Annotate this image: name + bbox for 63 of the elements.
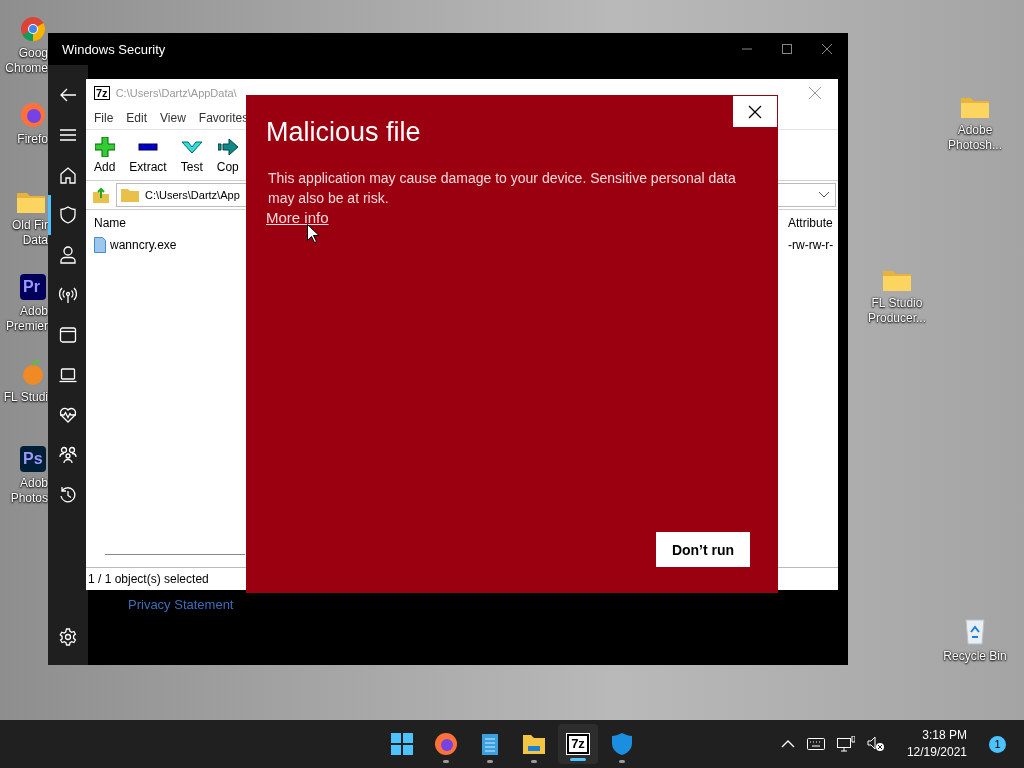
chevron-up-icon[interactable] — [780, 740, 795, 748]
history-icon[interactable] — [59, 486, 77, 504]
file-name[interactable]: wanncry.exe — [110, 238, 177, 252]
globe-icon[interactable] — [434, 731, 458, 756]
pointer-icon — [307, 224, 319, 243]
clock-time[interactable]: 3:18 PM — [922, 727, 967, 744]
window-title: Windows Security — [62, 41, 167, 57]
clock-date[interactable]: 12/19/2021 — [906, 744, 967, 761]
app-logo[interactable]: 7z — [567, 733, 589, 754]
column-header[interactable]: Attribute — [788, 212, 838, 234]
heart-icon[interactable] — [59, 406, 77, 424]
maximize-icon[interactable] — [782, 44, 792, 54]
browser-icon — [20, 16, 46, 42]
shield-icon[interactable] — [59, 206, 77, 224]
app-icon — [20, 358, 46, 386]
menu-item[interactable]: Edit — [126, 111, 148, 125]
app-logo: Ps — [20, 446, 46, 472]
settings-icon[interactable] — [59, 628, 77, 646]
toolbar-button[interactable]: Add — [94, 136, 116, 174]
keyboard-icon[interactable] — [806, 738, 825, 750]
plus-icon — [94, 136, 115, 157]
dont-run-button[interactable]: Don’t run — [656, 532, 750, 567]
chevron-down-icon[interactable] — [819, 192, 829, 198]
more-info-link[interactable]: More info — [266, 209, 329, 226]
laptop-icon[interactable] — [59, 366, 77, 384]
back-icon[interactable] — [59, 86, 77, 104]
folder-icon — [960, 95, 990, 119]
notification-badge[interactable]: 1 — [989, 735, 1006, 753]
muted-speaker-icon[interactable] — [866, 736, 885, 752]
menu-item[interactable]: Favorites — [198, 111, 249, 125]
warning-message: This application may cause damage to your device. Sensitive personal data may also be at risk. — [268, 169, 737, 208]
dialog-title: Malicious file — [266, 117, 421, 148]
close-icon — [748, 104, 762, 119]
start-icon[interactable] — [390, 731, 414, 756]
folder-icon — [121, 188, 139, 202]
menu-item[interactable]: File — [94, 111, 114, 125]
close-icon[interactable] — [809, 87, 821, 99]
close-button[interactable] — [733, 96, 777, 127]
app-logo: Pr — [20, 274, 46, 300]
window-icon[interactable] — [59, 326, 77, 344]
taskbar-button[interactable]: 7z — [558, 724, 598, 764]
toolbar-button[interactable]: Cop — [216, 136, 239, 174]
toolbar-button[interactable]: Test — [180, 136, 203, 174]
app-logo: 7z — [94, 86, 110, 100]
menu-icon[interactable] — [59, 126, 77, 144]
globe-icon — [20, 102, 46, 128]
up-folder-icon[interactable] — [92, 186, 110, 204]
close-icon[interactable] — [822, 44, 832, 54]
home-icon[interactable] — [59, 166, 77, 184]
family-icon[interactable] — [59, 446, 77, 464]
icon-label[interactable]: FL Studio Producer... — [868, 296, 926, 326]
privacy-link[interactable]: Privacy Statement — [128, 597, 234, 612]
folder-icon — [16, 190, 46, 214]
table-cell-text: -rw-rw-r- — [788, 237, 835, 254]
person-icon[interactable] — [59, 246, 77, 264]
monitor-icon[interactable] — [836, 736, 855, 752]
file-icon — [94, 237, 106, 253]
arrow-icon — [217, 136, 238, 157]
window-title: C:\Users\Dartz\AppData\ — [115, 87, 238, 99]
menu-item[interactable]: View — [160, 111, 186, 125]
folder-icon — [882, 268, 912, 292]
antenna-icon[interactable] — [59, 286, 77, 304]
toolbar-button[interactable]: Extract — [129, 136, 167, 174]
